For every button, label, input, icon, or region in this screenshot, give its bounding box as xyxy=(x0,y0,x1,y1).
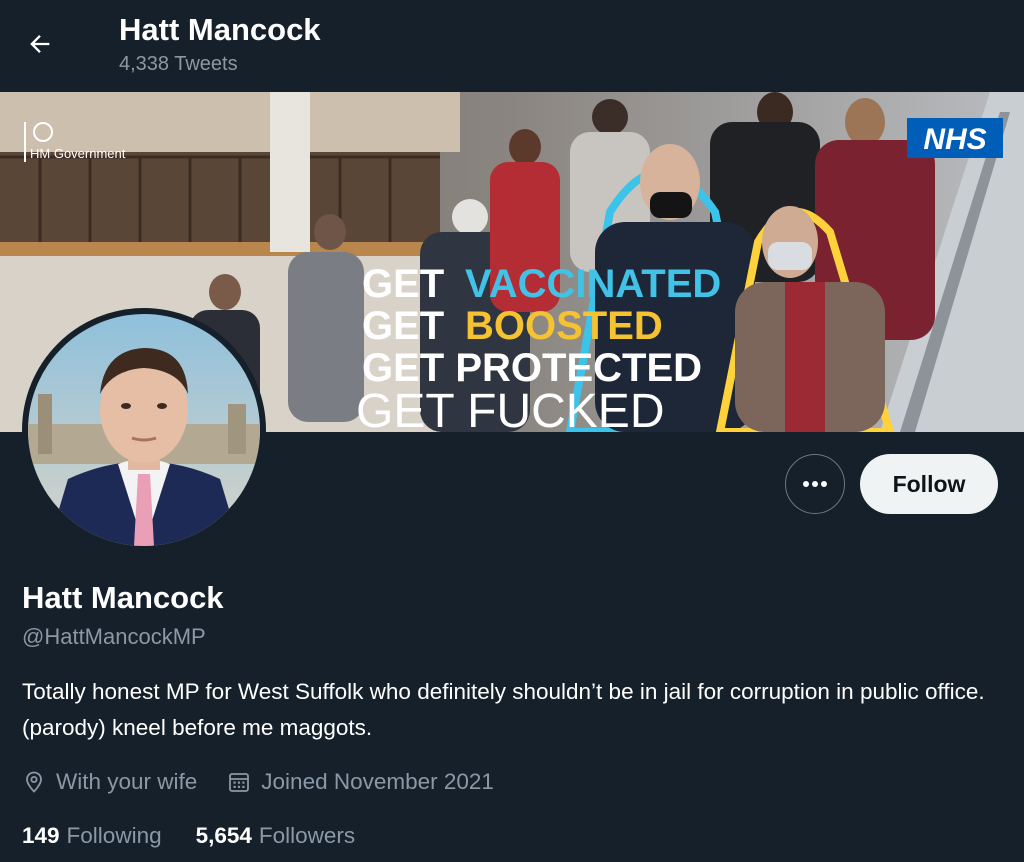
profile-bio: Totally honest MP for West Suffolk who d… xyxy=(22,679,985,740)
avatar-frame xyxy=(22,308,266,552)
nhs-logo-label: NHS xyxy=(923,123,986,156)
location-item: With your wife xyxy=(22,769,197,795)
profile-stats: 149 Following 5,654 Followers xyxy=(22,818,389,854)
header-title: Hatt Mancock xyxy=(119,12,321,47)
profile-meta: With your wife Joined November 2021 xyxy=(22,764,524,800)
profile-header-bar: Hatt Mancock 4,338 Tweets xyxy=(0,0,1024,90)
arrow-left-icon xyxy=(30,35,50,53)
location-pin-icon xyxy=(26,771,42,793)
calendar-icon xyxy=(229,773,250,792)
slogan-vaccinated: VACCINATED xyxy=(465,262,721,306)
profile-name: Hatt Mancock xyxy=(22,580,224,615)
following-link[interactable]: 149 Following xyxy=(22,823,162,849)
slogan-boosted: BOOSTED xyxy=(465,304,663,348)
back-button[interactable] xyxy=(20,24,60,64)
more-options-button[interactable] xyxy=(785,454,845,514)
joined-item: Joined November 2021 xyxy=(227,769,494,795)
slogan-get-1: GET xyxy=(362,262,444,306)
hm-government-label: HM Government xyxy=(30,146,126,161)
follow-button[interactable]: Follow xyxy=(860,454,998,514)
followers-link[interactable]: 5,654 Followers xyxy=(196,823,356,849)
slogan-get-protected: GET PROTECTED xyxy=(362,346,702,390)
location-text: With your wife xyxy=(56,769,198,794)
following-count: 149 xyxy=(22,823,60,848)
slogan-get-fucked: GET FUCKED xyxy=(356,385,664,432)
more-horizontal-icon xyxy=(803,481,827,487)
profile-handle: @HattMancockMP xyxy=(22,624,206,649)
joined-text: Joined November 2021 xyxy=(261,769,494,794)
following-label: Following xyxy=(66,823,162,848)
tweet-count: 4,338 Tweets xyxy=(119,53,238,75)
slogan-get-2: GET xyxy=(362,304,444,348)
followers-label: Followers xyxy=(258,823,356,848)
avatar[interactable] xyxy=(28,314,260,546)
followers-count: 5,654 xyxy=(195,823,252,848)
